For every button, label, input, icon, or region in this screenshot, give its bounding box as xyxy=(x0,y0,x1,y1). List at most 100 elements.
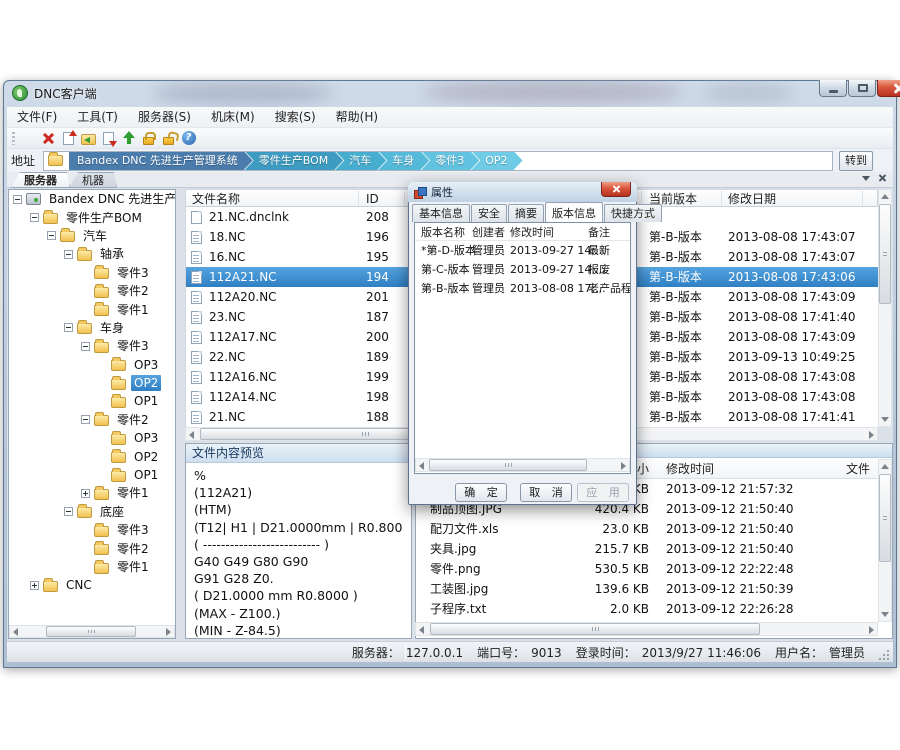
version-row[interactable]: *第-D-版本 管理员 2013-09-27 14:... 最新 xyxy=(415,241,630,260)
tree-item[interactable]: 零件3 xyxy=(9,337,175,355)
expander-icon[interactable] xyxy=(64,323,73,332)
tree-item[interactable]: Bandex DNC 先进生产管理系统 xyxy=(9,190,175,208)
column-mtime[interactable]: 修改时间 xyxy=(666,460,714,478)
go-button[interactable]: 转到 xyxy=(839,151,873,171)
dialog-tab[interactable]: 基本信息 xyxy=(412,204,470,222)
titlebar[interactable] xyxy=(3,80,897,107)
dialog-button[interactable]: 应 用 xyxy=(577,483,629,502)
dialog-tab[interactable]: 摘要 xyxy=(508,204,544,222)
export-icon[interactable] xyxy=(81,129,101,147)
attachments-vscrollbar[interactable] xyxy=(878,459,892,622)
tree-item[interactable]: 轴承 xyxy=(9,245,175,263)
delete-icon[interactable] xyxy=(41,129,61,147)
scroll-left-icon[interactable] xyxy=(13,628,18,636)
tree-item[interactable]: OP2 xyxy=(9,447,175,465)
breadcrumb-segment[interactable]: 零件3 xyxy=(421,151,479,170)
expander-icon[interactable] xyxy=(81,415,90,424)
expander-icon[interactable] xyxy=(13,195,22,204)
tree-item[interactable]: OP1 xyxy=(9,466,175,484)
breadcrumb-segment[interactable]: Bandex DNC 先进生产管理系统 xyxy=(69,151,253,170)
close-pane-icon[interactable] xyxy=(878,174,887,183)
dropdown-icon[interactable] xyxy=(862,176,870,181)
scroll-thumb[interactable] xyxy=(429,459,587,471)
dialog-button[interactable]: 确 定 xyxy=(455,483,507,502)
attachment-row[interactable]: 零件.png 530.5 KB 2013-09-12 22:22:48 xyxy=(416,559,878,579)
dialog-tab[interactable]: 快捷方式 xyxy=(604,204,662,222)
dialog-button[interactable]: 取 消 xyxy=(520,483,572,502)
scroll-left-icon[interactable] xyxy=(419,626,424,634)
scroll-thumb[interactable] xyxy=(879,204,891,304)
dialog-tab[interactable]: 版本信息 xyxy=(545,202,603,222)
help-icon[interactable] xyxy=(181,129,201,147)
menu-item[interactable]: 文件(F) xyxy=(7,107,67,128)
tree-item[interactable]: 车身 xyxy=(9,319,175,337)
tree-item[interactable]: 零件3 xyxy=(9,521,175,539)
tree-item[interactable]: OP1 xyxy=(9,392,175,410)
column-date[interactable]: 修改日期 xyxy=(728,191,776,207)
version-row[interactable]: 第-B-版本 管理员 2013-08-08 17:... 老产品程序 xyxy=(415,279,630,298)
tree-item[interactable]: 零件生产BOM xyxy=(9,208,175,226)
menu-item[interactable]: 机床(M) xyxy=(201,107,265,128)
expander-icon[interactable] xyxy=(64,250,73,259)
tree-item[interactable]: 零件1 xyxy=(9,300,175,318)
dialog-close-button[interactable] xyxy=(601,182,631,197)
resize-grip[interactable] xyxy=(879,650,889,660)
tree-item[interactable]: OP2 xyxy=(9,374,175,392)
expander-icon[interactable] xyxy=(81,489,90,498)
unlock-icon[interactable] xyxy=(161,129,181,147)
version-row[interactable]: 第-C-版本 管理员 2013-09-27 14:... 报废 xyxy=(415,260,630,279)
tree-hscrollbar[interactable] xyxy=(9,625,175,638)
dialog-hscrollbar[interactable] xyxy=(415,458,630,472)
column-creator[interactable]: 创建者 xyxy=(472,225,505,240)
expander-icon[interactable] xyxy=(30,213,39,222)
toolbar-grip[interactable] xyxy=(12,132,15,145)
column-modified[interactable]: 修改时间 xyxy=(510,225,554,240)
attachment-row[interactable]: 子程序.txt 2.0 KB 2013-09-12 22:26:28 xyxy=(416,599,878,619)
scroll-right-icon[interactable] xyxy=(869,626,874,634)
expander-icon[interactable] xyxy=(47,231,56,240)
address-field[interactable]: Bandex DNC 先进生产管理系统零件生产BOM汽车车身零件3OP2 xyxy=(43,151,833,171)
tree-item[interactable]: 汽车 xyxy=(9,227,175,245)
tree-item[interactable]: 零件1 xyxy=(9,484,175,502)
scroll-right-icon[interactable] xyxy=(869,431,874,439)
menu-item[interactable]: 搜索(S) xyxy=(265,107,326,128)
check-out-icon[interactable] xyxy=(101,129,121,147)
attachment-row[interactable]: 配刀文件.xls 23.0 KB 2013-09-12 21:50:40 xyxy=(416,519,878,539)
tab-servers[interactable]: 服务器 xyxy=(11,172,70,188)
menu-item[interactable]: 工具(T) xyxy=(67,107,128,128)
tree-item[interactable]: OP3 xyxy=(9,356,175,374)
column-note[interactable]: 备注 xyxy=(588,225,610,240)
tab-machines[interactable]: 机器 xyxy=(69,172,117,188)
breadcrumb-segment[interactable]: 零件生产BOM xyxy=(245,151,344,170)
attachment-row[interactable]: 夹具.jpg 215.7 KB 2013-09-12 21:50:40 xyxy=(416,539,878,559)
tree-item[interactable]: 零件3 xyxy=(9,264,175,282)
scroll-thumb[interactable] xyxy=(46,626,136,637)
tree-item[interactable]: 零件2 xyxy=(9,411,175,429)
tree-item[interactable]: 底座 xyxy=(9,503,175,521)
column-version-name[interactable]: 版本名称 xyxy=(421,225,465,240)
menu-item[interactable]: 服务器(S) xyxy=(128,107,201,128)
scroll-left-icon[interactable] xyxy=(189,431,194,439)
tree-item[interactable]: 零件2 xyxy=(9,282,175,300)
tree-item[interactable]: CNC xyxy=(9,576,175,594)
scroll-up-icon[interactable] xyxy=(881,464,889,469)
tree-item[interactable]: OP3 xyxy=(9,429,175,447)
scroll-up-icon[interactable] xyxy=(881,194,889,199)
column-name[interactable]: 文件名称 xyxy=(192,191,240,207)
check-in-icon[interactable] xyxy=(61,129,81,147)
new-folder-icon[interactable] xyxy=(21,129,41,147)
column-id[interactable]: ID xyxy=(366,191,379,207)
menu-item[interactable]: 帮助(H) xyxy=(326,107,388,128)
scroll-down-icon[interactable] xyxy=(881,417,889,422)
file-list-vscrollbar[interactable] xyxy=(878,189,892,427)
scroll-right-icon[interactable] xyxy=(621,462,626,470)
tree-item[interactable]: 零件1 xyxy=(9,558,175,576)
scroll-right-icon[interactable] xyxy=(166,628,171,636)
attachments-hscrollbar[interactable] xyxy=(415,622,878,636)
scroll-down-icon[interactable] xyxy=(881,612,889,617)
scroll-thumb[interactable] xyxy=(879,474,891,562)
scroll-left-icon[interactable] xyxy=(419,462,424,470)
attachment-row[interactable]: 工装图.jpg 139.6 KB 2013-09-12 21:50:39 xyxy=(416,579,878,599)
scroll-thumb[interactable] xyxy=(430,623,760,635)
send-icon[interactable] xyxy=(121,129,141,147)
